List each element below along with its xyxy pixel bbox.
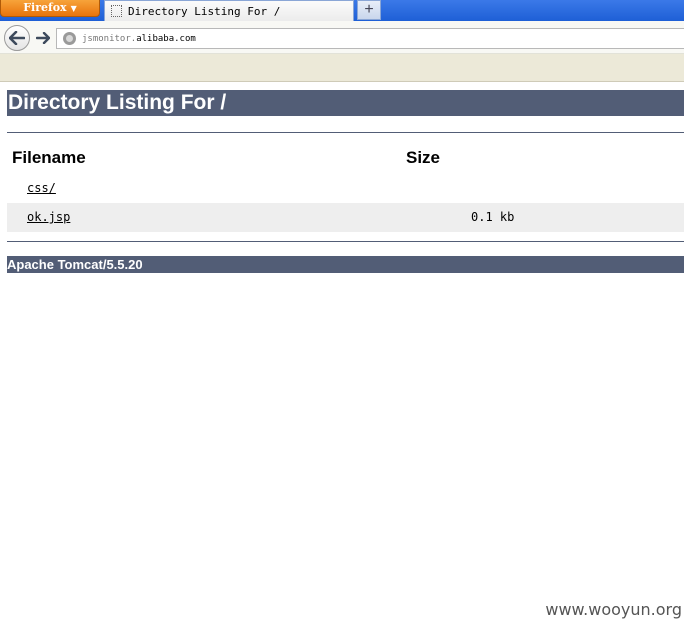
forward-arrow-icon xyxy=(36,32,50,44)
chevron-down-icon: ▼ xyxy=(70,3,77,13)
watermark: www.wooyun.org xyxy=(545,600,682,619)
firefox-menu-button[interactable]: Firefox ▼ xyxy=(0,0,100,17)
file-link[interactable]: ok.jsp xyxy=(27,210,70,224)
file-link[interactable]: css/ xyxy=(27,181,56,195)
tab-directory-listing[interactable]: Directory Listing For / xyxy=(104,0,354,21)
blank-page-icon xyxy=(111,5,122,17)
tab-strip: Firefox ▼ Directory Listing For / + xyxy=(0,0,684,21)
navigation-toolbar: jsmonitor.alibaba.com xyxy=(0,21,684,54)
new-tab-button[interactable]: + xyxy=(357,0,381,20)
divider-top xyxy=(7,132,684,133)
back-button[interactable] xyxy=(4,25,30,51)
globe-icon xyxy=(63,32,76,45)
file-size: 0.1 kb xyxy=(471,210,515,224)
url-subdomain: jsmonitor. xyxy=(82,33,137,44)
divider-bottom xyxy=(7,241,684,242)
bookmarks-toolbar xyxy=(0,54,684,82)
server-signature: Apache Tomcat/5.5.20 xyxy=(7,256,684,273)
column-header-filename: Filename xyxy=(12,148,86,167)
page-title: Directory Listing For / xyxy=(7,90,684,116)
forward-button[interactable] xyxy=(33,29,53,47)
tab-title: Directory Listing For / xyxy=(128,4,281,18)
url-text: jsmonitor.alibaba.com xyxy=(82,34,196,44)
column-header-size: Size xyxy=(406,148,441,167)
back-arrow-icon xyxy=(9,31,25,45)
table-row: css/ xyxy=(7,174,684,203)
url-bar[interactable]: jsmonitor.alibaba.com xyxy=(56,28,684,49)
table-row: ok.jsp 0.1 kb xyxy=(7,203,684,232)
url-host: alibaba.com xyxy=(136,33,196,44)
firefox-menu-label: Firefox xyxy=(23,1,67,14)
